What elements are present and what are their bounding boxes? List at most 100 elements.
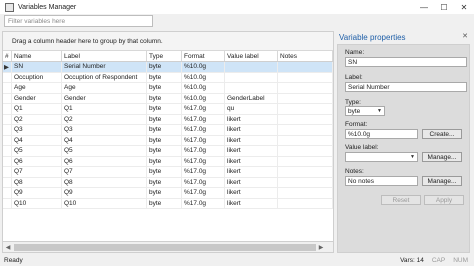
cell-format[interactable]: %10.0g [182, 62, 225, 72]
cell-value-label[interactable]: qu [225, 104, 278, 114]
cell-type[interactable]: byte [147, 198, 182, 208]
cell-type[interactable]: byte [147, 125, 182, 135]
cell-value-label[interactable]: likert [225, 114, 278, 124]
close-button[interactable]: ✕ [454, 0, 474, 14]
cell-notes[interactable] [278, 114, 333, 124]
cell-format[interactable]: %17.0g [182, 167, 225, 177]
cell-label[interactable]: Serial Number [62, 62, 147, 72]
column-header-notes[interactable]: Notes [278, 51, 333, 61]
cell-label[interactable]: Q10 [62, 198, 147, 208]
column-header-index[interactable]: # [3, 51, 12, 61]
cell-value-label[interactable]: GenderLabel [225, 93, 278, 103]
cell-value-label[interactable]: likert [225, 198, 278, 208]
manage-value-labels-button[interactable]: Manage... [422, 152, 462, 162]
cell-type[interactable]: byte [147, 177, 182, 187]
cell-type[interactable]: byte [147, 62, 182, 72]
table-row[interactable]: Occuption Occuption of Respondent byte %10.… [3, 72, 333, 83]
table-row[interactable]: Age Age byte %10.0g [3, 83, 333, 94]
cell-label[interactable]: Q9 [62, 188, 147, 198]
cell-notes[interactable] [278, 93, 333, 103]
cell-name[interactable]: Q9 [12, 188, 62, 198]
cell-type[interactable]: byte [147, 83, 182, 93]
cell-name[interactable]: Q10 [12, 198, 62, 208]
cell-format[interactable]: %17.0g [182, 125, 225, 135]
cell-name[interactable]: Q3 [12, 125, 62, 135]
cell-label[interactable]: Q1 [62, 104, 147, 114]
type-select[interactable]: byte ▼ [345, 106, 385, 116]
cell-notes[interactable] [278, 156, 333, 166]
maximize-button[interactable]: ☐ [434, 0, 454, 14]
cell-name[interactable]: Gender [12, 93, 62, 103]
scroll-left-icon[interactable]: ◀ [3, 244, 13, 251]
value-label-select[interactable]: ▼ [345, 152, 418, 162]
cell-notes[interactable] [278, 83, 333, 93]
cell-notes[interactable] [278, 104, 333, 114]
notes-field[interactable]: No notes [345, 176, 418, 186]
format-field[interactable]: %10.0g [345, 129, 418, 139]
cell-name[interactable]: Q1 [12, 104, 62, 114]
cell-label[interactable]: Q2 [62, 114, 147, 124]
cell-format[interactable]: %17.0g [182, 135, 225, 145]
cell-name[interactable]: Q8 [12, 177, 62, 187]
cell-name[interactable]: Q5 [12, 146, 62, 156]
column-header-value-label[interactable]: Value label [225, 51, 278, 61]
cell-value-label[interactable] [225, 62, 278, 72]
cell-name[interactable]: Age [12, 83, 62, 93]
cell-label[interactable]: Age [62, 83, 147, 93]
cell-notes[interactable] [278, 135, 333, 145]
cell-name[interactable]: Q2 [12, 114, 62, 124]
cell-value-label[interactable]: likert [225, 177, 278, 187]
cell-type[interactable]: byte [147, 188, 182, 198]
label-field[interactable]: Serial Number [345, 82, 467, 92]
filter-input[interactable] [5, 16, 152, 26]
cell-name[interactable]: Q6 [12, 156, 62, 166]
cell-value-label[interactable]: likert [225, 167, 278, 177]
cell-format[interactable]: %17.0g [182, 156, 225, 166]
reset-button[interactable]: Reset [381, 195, 421, 205]
column-header-format[interactable]: Format [182, 51, 225, 61]
cell-label[interactable]: Q4 [62, 135, 147, 145]
table-row[interactable]: Q3 Q3 byte %17.0g likert [3, 125, 333, 136]
create-button[interactable]: Create... [422, 129, 462, 139]
column-header-name[interactable]: Name [12, 51, 62, 61]
cell-notes[interactable] [278, 177, 333, 187]
table-row[interactable]: Q10 Q10 byte %17.0g likert [3, 198, 333, 209]
cell-label[interactable]: Occuption of Respondent [62, 72, 147, 82]
cell-notes[interactable] [278, 198, 333, 208]
column-header-type[interactable]: Type [147, 51, 182, 61]
cell-label[interactable]: Q8 [62, 177, 147, 187]
cell-format[interactable]: %10.0g [182, 72, 225, 82]
cell-format[interactable]: %17.0g [182, 198, 225, 208]
cell-notes[interactable] [278, 146, 333, 156]
cell-format[interactable]: %10.0g [182, 83, 225, 93]
cell-type[interactable]: byte [147, 93, 182, 103]
cell-name[interactable]: Q7 [12, 167, 62, 177]
cell-notes[interactable] [278, 167, 333, 177]
table-row[interactable]: ▶ SN Serial Number byte %10.0g [3, 62, 333, 73]
cell-value-label[interactable]: likert [225, 135, 278, 145]
cell-value-label[interactable]: likert [225, 125, 278, 135]
table-row[interactable]: Q1 Q1 byte %17.0g qu [3, 104, 333, 115]
table-row[interactable]: Q9 Q9 byte %17.0g likert [3, 188, 333, 199]
table-row[interactable]: Gender Gender byte %10.0g GenderLabel [3, 93, 333, 104]
cell-label[interactable]: Q3 [62, 125, 147, 135]
cell-format[interactable]: %17.0g [182, 188, 225, 198]
cell-format[interactable]: %17.0g [182, 146, 225, 156]
cell-value-label[interactable]: likert [225, 188, 278, 198]
manage-notes-button[interactable]: Manage... [422, 176, 462, 186]
scrollbar-thumb[interactable] [14, 243, 316, 251]
cell-format[interactable]: %17.0g [182, 114, 225, 124]
scroll-right-icon[interactable]: ▶ [316, 244, 326, 251]
name-field[interactable]: SN [345, 57, 467, 67]
cell-format[interactable]: %17.0g [182, 177, 225, 187]
close-panel-icon[interactable]: ✕ [462, 32, 468, 40]
cell-value-label[interactable] [225, 83, 278, 93]
cell-type[interactable]: byte [147, 156, 182, 166]
cell-notes[interactable] [278, 72, 333, 82]
table-row[interactable]: Q2 Q2 byte %17.0g likert [3, 114, 333, 125]
cell-value-label[interactable]: likert [225, 146, 278, 156]
cell-format[interactable]: %10.0g [182, 93, 225, 103]
cell-value-label[interactable] [225, 72, 278, 82]
cell-type[interactable]: byte [147, 72, 182, 82]
cell-notes[interactable] [278, 62, 333, 72]
